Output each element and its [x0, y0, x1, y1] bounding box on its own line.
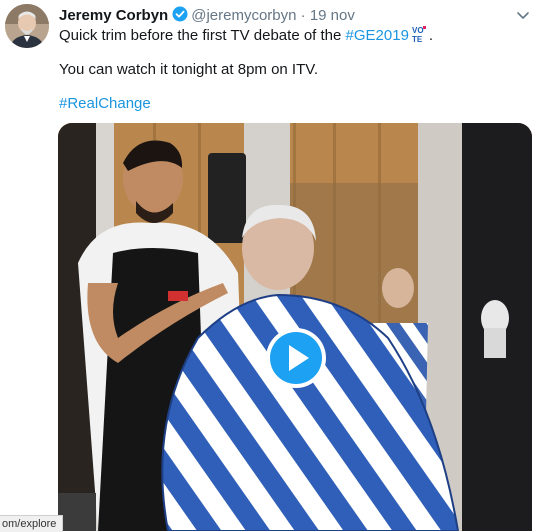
status-bar-url: om/explore	[0, 515, 64, 532]
vote-emoji-icon: VO TE	[411, 25, 429, 44]
author-name[interactable]: Jeremy Corbyn	[59, 7, 168, 24]
avatar[interactable]	[5, 4, 49, 48]
svg-text:VO: VO	[412, 26, 424, 35]
verified-badge-icon	[172, 6, 188, 27]
tweet-text-line-2: You can watch it tonight at 8pm on ITV.	[59, 61, 319, 78]
header-separator: ·	[300, 7, 306, 24]
play-icon[interactable]	[265, 327, 327, 389]
hashtag-ge2019[interactable]: #GE2019	[346, 27, 409, 44]
chevron-down-icon[interactable]	[516, 8, 530, 22]
hashtag-realchange-label[interactable]: #RealChange	[59, 95, 151, 112]
hashtag-realchange[interactable]: #RealChange	[59, 94, 151, 114]
author-handle[interactable]: @jeremycorbyn	[191, 7, 296, 24]
tweet-text-tail: .	[428, 27, 434, 44]
tweet-header: Jeremy Corbyn @jeremycorbyn · 19 nov	[59, 6, 355, 27]
svg-text:TE: TE	[412, 35, 423, 43]
tweet-text-line-1: Quick trim before the first TV debate of…	[59, 25, 433, 46]
tweet-date[interactable]: 19 nov	[310, 7, 355, 24]
tweet-text: Quick trim before the first TV debate of…	[59, 27, 346, 44]
